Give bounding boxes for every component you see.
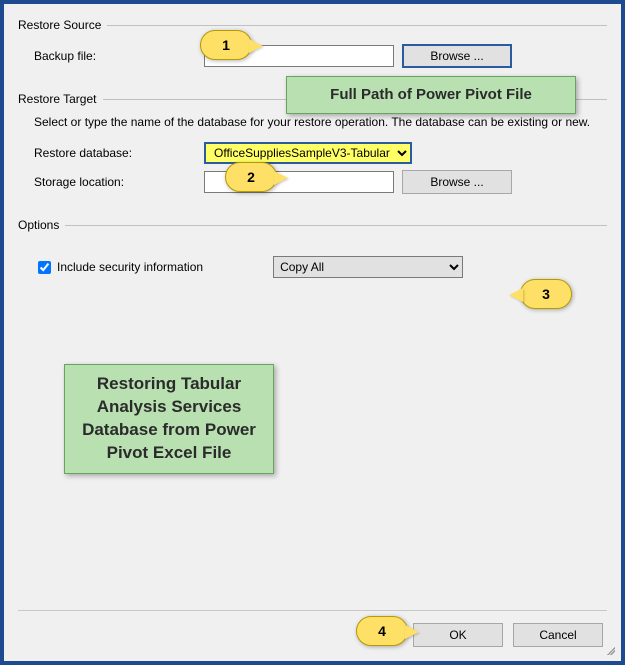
- storage-location-label: Storage location:: [34, 175, 204, 189]
- restore-database-label: Restore database:: [34, 146, 204, 160]
- callout-3: 3: [520, 279, 572, 309]
- restore-dialog: Restore Source Backup file: Browse ... R…: [0, 0, 625, 665]
- callout-2: 2: [225, 162, 277, 192]
- storage-browse-button[interactable]: Browse ...: [402, 170, 512, 194]
- annotation-full-path: Full Path of Power Pivot File: [286, 76, 576, 114]
- backup-file-label: Backup file:: [34, 49, 204, 63]
- dialog-separator: [18, 610, 607, 611]
- resize-grip-icon[interactable]: [605, 645, 615, 655]
- dialog-button-row: OK Cancel: [413, 623, 603, 647]
- include-security-checkbox[interactable]: [38, 261, 51, 274]
- security-mode-select[interactable]: Copy All: [273, 256, 463, 278]
- ok-button[interactable]: OK: [413, 623, 503, 647]
- backup-browse-button[interactable]: Browse ...: [402, 44, 512, 68]
- callout-4: 4: [356, 616, 408, 646]
- restore-source-legend: Restore Source: [18, 18, 107, 32]
- include-security-label: Include security information: [57, 260, 203, 274]
- options-group: Options Include security information Cop…: [18, 218, 607, 296]
- restore-database-select[interactable]: OfficeSuppliesSampleV3-Tabular: [204, 142, 412, 164]
- restore-target-legend: Restore Target: [18, 92, 103, 106]
- restore-source-group: Restore Source Backup file: Browse ...: [18, 18, 607, 82]
- options-legend: Options: [18, 218, 65, 232]
- annotation-restoring: Restoring Tabular Analysis Services Data…: [64, 364, 274, 474]
- cancel-button[interactable]: Cancel: [513, 623, 603, 647]
- callout-1: 1: [200, 30, 252, 60]
- restore-target-help: Select or type the name of the database …: [18, 112, 607, 136]
